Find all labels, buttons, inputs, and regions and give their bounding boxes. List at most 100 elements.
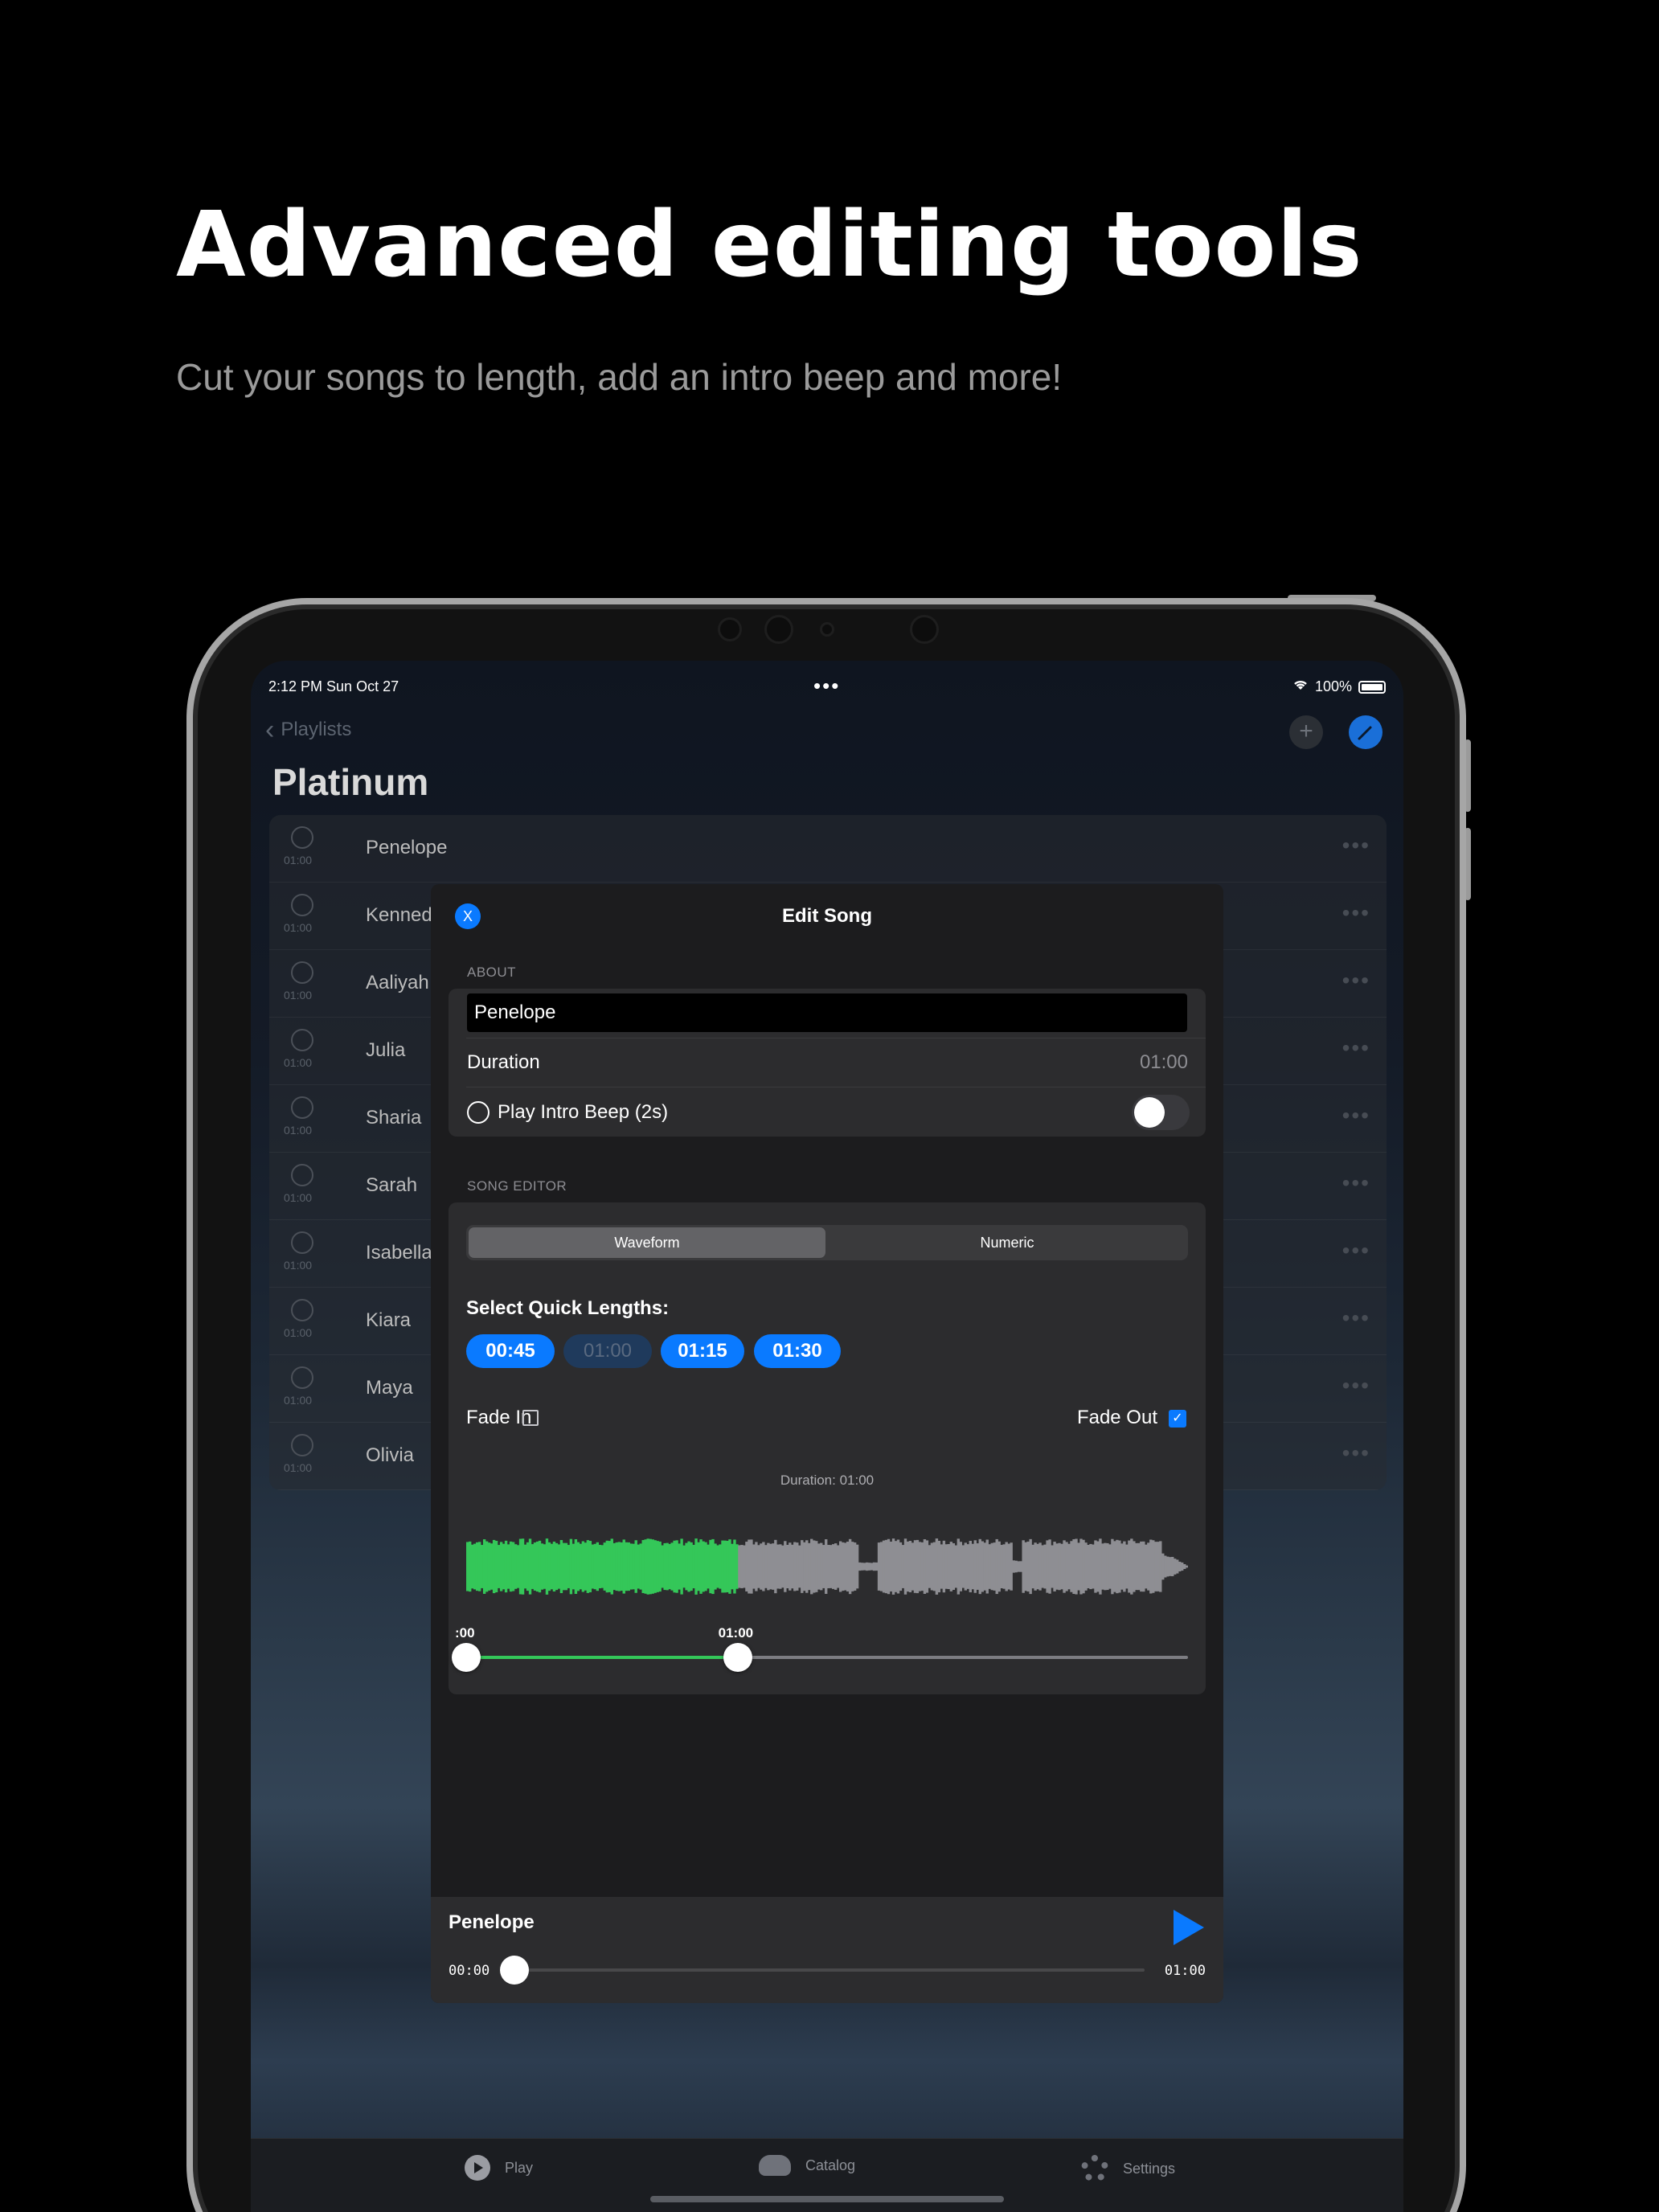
waveform-bar (668, 1543, 671, 1590)
song-time: 01:00 (284, 921, 313, 934)
song-name: Julia (366, 1039, 406, 1061)
range-start-handle[interactable] (452, 1643, 481, 1672)
player-scrubber[interactable] (500, 1956, 529, 1985)
more-icon[interactable]: ••• (1342, 1170, 1370, 1196)
waveform-bar (1140, 1541, 1143, 1592)
quick-length-0130[interactable]: 01:30 (754, 1334, 841, 1368)
more-icon[interactable]: ••• (1342, 1440, 1370, 1466)
intro-beep-toggle[interactable] (1132, 1095, 1190, 1130)
tab-catalog[interactable]: Catalog (759, 2155, 855, 2176)
fade-out-checkbox[interactable]: ✓ (1169, 1410, 1186, 1428)
waveform-bar (723, 1540, 727, 1593)
add-button[interactable]: + (1289, 715, 1323, 749)
waveform-bar (932, 1542, 936, 1591)
more-icon[interactable]: ••• (1342, 968, 1370, 993)
waveform-bar (993, 1542, 996, 1591)
waveform-bar (798, 1545, 801, 1588)
more-icon[interactable]: ••• (1342, 833, 1370, 858)
bell-icon (467, 1101, 490, 1124)
waveform-bar (952, 1542, 956, 1590)
tab-settings[interactable]: Settings (1081, 2155, 1175, 2182)
play-icon[interactable] (1174, 1910, 1204, 1945)
waveform-bar (860, 1563, 864, 1571)
waveform-bar (523, 1544, 527, 1589)
multitasking-dots[interactable]: ••• (813, 674, 840, 698)
waveform-bar (593, 1543, 597, 1590)
waveform-bar (1075, 1538, 1078, 1595)
more-icon[interactable]: ••• (1342, 1103, 1370, 1129)
waveform-bar (836, 1545, 840, 1588)
waveform-bar (1169, 1557, 1172, 1576)
waveform-bar (865, 1562, 869, 1571)
player-total: 01:00 (1164, 1963, 1206, 1979)
waveform-bar (947, 1544, 951, 1589)
waveform-bar (1154, 1542, 1157, 1591)
bell-icon (291, 1434, 313, 1456)
waveform-bar (916, 1539, 920, 1594)
tab-waveform[interactable]: Waveform (469, 1227, 825, 1258)
waveform-bar (891, 1538, 895, 1595)
waveform-bar (796, 1542, 799, 1591)
more-icon[interactable]: ••• (1342, 1373, 1370, 1399)
more-icon[interactable]: ••• (1342, 900, 1370, 926)
waveform-bar (762, 1542, 765, 1591)
waveform-bar (504, 1540, 508, 1593)
more-icon[interactable]: ••• (1342, 1238, 1370, 1264)
waveform-bar (1079, 1538, 1083, 1595)
quick-length-0045[interactable]: 00:45 (466, 1334, 555, 1368)
waveform-bar (598, 1544, 602, 1589)
waveform-bar (901, 1545, 905, 1588)
waveform-bar (1123, 1541, 1126, 1592)
song-time: 01:00 (284, 1394, 313, 1407)
waveform-bar (1051, 1545, 1054, 1588)
back-button[interactable]: ‹ Playlists (265, 716, 351, 743)
quick-length-0115[interactable]: 01:15 (661, 1334, 744, 1368)
waveform-bar (699, 1539, 703, 1594)
more-icon[interactable]: ••• (1342, 1305, 1370, 1331)
waveform-bar (969, 1541, 972, 1593)
waveform-bar (781, 1545, 784, 1588)
waveform-bar (949, 1542, 953, 1591)
waveform-bar (538, 1540, 542, 1593)
waveform-bar (726, 1540, 729, 1593)
gear-icon (1081, 2155, 1108, 2182)
edit-button[interactable] (1349, 715, 1382, 749)
tab-numeric[interactable]: Numeric (829, 1227, 1186, 1258)
waveform-bar (1017, 1561, 1020, 1572)
waveform-bar (649, 1538, 652, 1595)
waveform-bar (817, 1543, 821, 1590)
song-time: 01:00 (284, 989, 313, 1002)
waveform-bar (743, 1545, 746, 1588)
waveform-bar (1111, 1538, 1114, 1595)
waveform-bar (511, 1542, 515, 1591)
fade-in-checkbox[interactable] (522, 1410, 539, 1426)
waveform-bar (673, 1540, 676, 1593)
tab-play[interactable]: Play (465, 2155, 533, 2181)
waveform-bar (470, 1544, 474, 1589)
waveform-bar (666, 1542, 669, 1591)
waveform-bar (911, 1542, 915, 1591)
battery-icon (1358, 680, 1386, 694)
waveform-bar (981, 1541, 984, 1592)
waveform-bar (473, 1543, 477, 1590)
waveform-bar (543, 1544, 547, 1589)
status-right: 100% (1292, 678, 1386, 695)
waveform-bar (1113, 1541, 1116, 1592)
waveform-bar (815, 1541, 818, 1592)
waveform-bar (848, 1538, 852, 1595)
more-icon[interactable]: ••• (1342, 1035, 1370, 1061)
waveform[interactable] (466, 1538, 1188, 1595)
waveform-bar (687, 1541, 690, 1592)
waveform-bar (550, 1543, 554, 1590)
waveform-bar (825, 1539, 828, 1594)
waveform-bar (973, 1540, 977, 1593)
waveform-bar (1065, 1542, 1068, 1591)
list-item[interactable]: 01:00 Penelope ••• (269, 815, 1387, 883)
waveform-bar (1034, 1542, 1037, 1591)
waveform-bar (884, 1539, 888, 1594)
waveform-bar (567, 1545, 571, 1588)
range-end-handle[interactable] (723, 1643, 752, 1672)
waveform-bar (617, 1542, 621, 1591)
song-name-field[interactable]: Penelope (467, 993, 1187, 1032)
waveform-bar (564, 1542, 568, 1591)
